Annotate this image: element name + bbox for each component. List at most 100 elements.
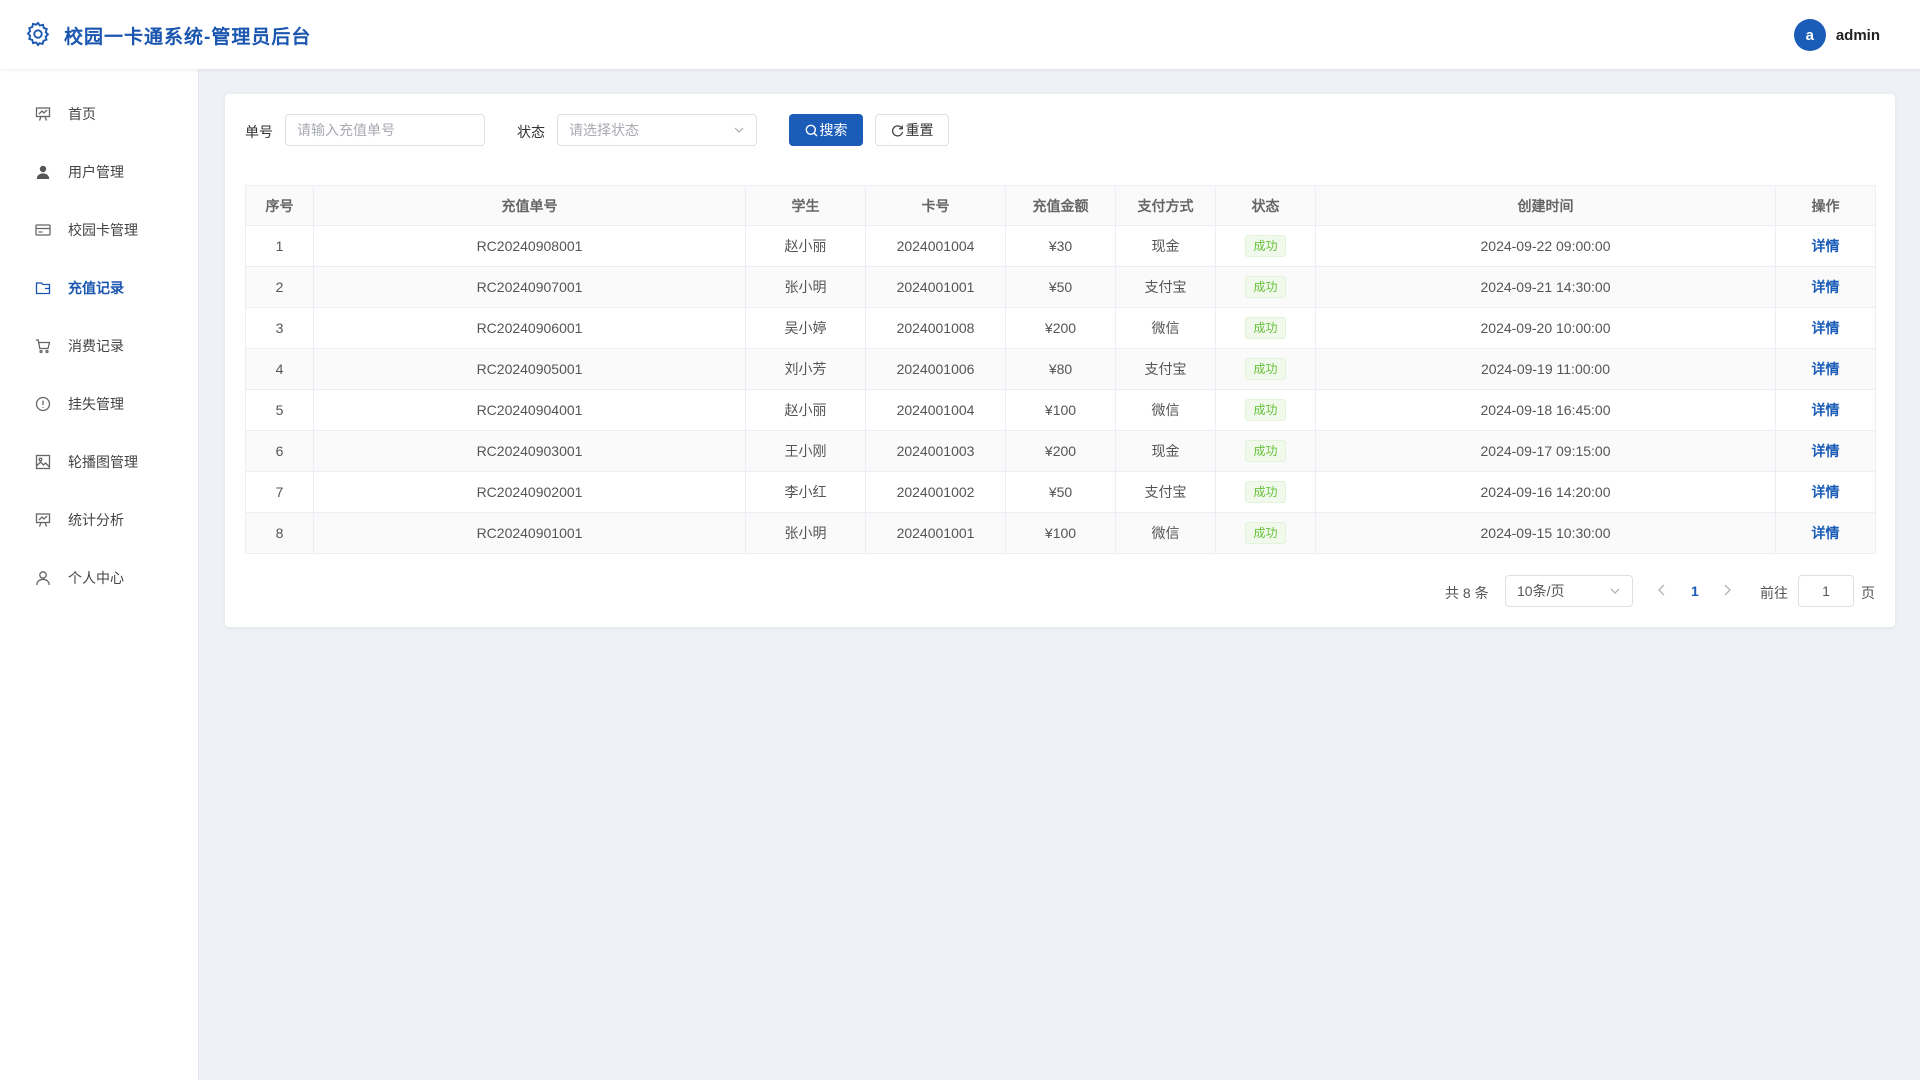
cell-created-time: 2024-09-22 09:00:00 <box>1315 225 1776 267</box>
cell-amount: ¥50 <box>1005 266 1116 308</box>
search-button[interactable]: 搜索 <box>789 114 863 146</box>
page-size-select[interactable]: 10条/页 <box>1505 575 1633 607</box>
cell-created-time: 2024-09-21 14:30:00 <box>1315 266 1776 308</box>
avatar[interactable]: a <box>1793 19 1826 51</box>
app-title: 校园一卡通系统-管理员后台 <box>64 27 312 48</box>
cell-student: 张小明 <box>745 266 866 308</box>
sidebar-item-label: 充值记录 <box>68 280 124 296</box>
cell-student: 刘小芳 <box>745 348 866 390</box>
cell-created-time: 2024-09-19 11:00:00 <box>1315 348 1776 390</box>
details-link[interactable]: 详情 <box>1812 525 1840 541</box>
cell-index: 2 <box>245 266 314 308</box>
status-badge: 成功 <box>1245 481 1286 503</box>
cell-index: 1 <box>245 225 314 267</box>
sidebar-item-users[interactable]: 用户管理 <box>0 143 199 201</box>
column-header-order-no: 充值单号 <box>313 185 746 226</box>
sidebar-item-label: 校园卡管理 <box>68 222 138 238</box>
details-link[interactable]: 详情 <box>1812 443 1840 459</box>
cell-student: 赵小丽 <box>745 389 866 431</box>
order-no-input[interactable] <box>285 114 485 146</box>
status-badge: 成功 <box>1245 276 1286 298</box>
prev-page-button[interactable] <box>1657 583 1667 599</box>
cell-student: 王小刚 <box>745 430 866 472</box>
sidebar-item-carousel[interactable]: 轮播图管理 <box>0 433 199 491</box>
status-badge: 成功 <box>1245 358 1286 380</box>
page-size-value: 10条/页 <box>1517 583 1565 599</box>
cell-index: 3 <box>245 307 314 349</box>
details-link[interactable]: 详情 <box>1812 361 1840 377</box>
cell-amount: ¥100 <box>1005 512 1116 554</box>
cell-amount: ¥80 <box>1005 348 1116 390</box>
cell-order-no: RC20240908001 <box>313 225 746 267</box>
goto-label: 前往 <box>1760 585 1788 601</box>
cell-card-no: 2024001003 <box>865 430 1006 472</box>
refresh-icon <box>891 124 903 137</box>
cell-order-no: RC20240901001 <box>313 512 746 554</box>
username[interactable]: admin <box>1836 27 1880 44</box>
cell-student: 李小红 <box>745 471 866 513</box>
search-button-label: 搜索 <box>819 122 848 138</box>
column-header-status: 状态 <box>1215 185 1316 226</box>
cell-card-no: 2024001001 <box>865 266 1006 308</box>
sidebar-item-campus-card[interactable]: 校园卡管理 <box>0 201 199 259</box>
column-header-card-no: 卡号 <box>865 185 1006 226</box>
user-menu[interactable]: a admin <box>1793 19 1880 51</box>
sidebar: 首页 用户管理 校园卡管理 充值记录 消费记录 挂失管理 轮播图管理 统计分析 … <box>0 69 199 1080</box>
details-link[interactable]: 详情 <box>1812 484 1840 500</box>
details-link[interactable]: 详情 <box>1812 402 1840 418</box>
status-badge: 成功 <box>1245 522 1286 544</box>
column-header-actions: 操作 <box>1775 185 1876 226</box>
table-row: 2 RC20240907001 张小明 2024001001 ¥50 支付宝 成… <box>245 266 1876 308</box>
cell-payment: 现金 <box>1115 225 1216 267</box>
cell-index: 6 <box>245 430 314 472</box>
sidebar-item-loss-report[interactable]: 挂失管理 <box>0 375 199 433</box>
details-link[interactable]: 详情 <box>1812 279 1840 295</box>
sidebar-item-consumption-records[interactable]: 消费记录 <box>0 317 199 375</box>
user-outline-icon <box>34 569 52 587</box>
details-link[interactable]: 详情 <box>1812 320 1840 336</box>
cell-payment: 微信 <box>1115 512 1216 554</box>
status-badge: 成功 <box>1245 317 1286 339</box>
user-icon <box>34 163 52 181</box>
cell-card-no: 2024001002 <box>865 471 1006 513</box>
sidebar-item-label: 个人中心 <box>68 570 124 586</box>
page-number-current[interactable]: 1 <box>1691 583 1699 599</box>
table-row: 3 RC20240906001 吴小婷 2024001008 ¥200 微信 成… <box>245 307 1876 349</box>
sidebar-item-home[interactable]: 首页 <box>0 85 199 143</box>
sidebar-item-label: 用户管理 <box>68 164 124 180</box>
sidebar-item-profile[interactable]: 个人中心 <box>0 549 199 607</box>
status-select-placeholder: 请选择状态 <box>569 122 639 138</box>
cell-payment: 支付宝 <box>1115 348 1216 390</box>
chevron-right-icon <box>1724 584 1731 596</box>
top-header: 校园一卡通系统-管理员后台 a admin <box>0 0 1920 69</box>
cell-order-no: RC20240902001 <box>313 471 746 513</box>
chevron-left-icon <box>1658 584 1665 596</box>
details-link[interactable]: 详情 <box>1812 238 1840 254</box>
cell-card-no: 2024001004 <box>865 389 1006 431</box>
sidebar-item-statistics[interactable]: 统计分析 <box>0 491 199 549</box>
goto-page-input[interactable] <box>1798 575 1854 607</box>
pagination-total: 共 8 条 <box>1445 585 1489 601</box>
cell-payment: 现金 <box>1115 430 1216 472</box>
reset-button[interactable]: 重置 <box>875 114 949 146</box>
cell-amount: ¥50 <box>1005 471 1116 513</box>
status-badge: 成功 <box>1245 399 1286 421</box>
status-select[interactable]: 请选择状态 <box>557 114 757 146</box>
chevron-down-icon <box>1610 588 1620 594</box>
cell-index: 8 <box>245 512 314 554</box>
table-row: 8 RC20240901001 张小明 2024001001 ¥100 微信 成… <box>245 512 1876 554</box>
cell-index: 7 <box>245 471 314 513</box>
cell-student: 赵小丽 <box>745 225 866 267</box>
cell-student: 张小明 <box>745 512 866 554</box>
search-icon <box>805 124 817 136</box>
cell-amount: ¥200 <box>1005 307 1116 349</box>
recharge-records-card: 单号 状态 请选择状态 搜索 重置 序号 充值单号 学生 卡号 充值金额 支付方… <box>225 94 1895 627</box>
sidebar-item-label: 首页 <box>68 106 96 122</box>
column-header-created-time: 创建时间 <box>1315 185 1776 226</box>
next-page-button[interactable] <box>1722 583 1732 599</box>
sidebar-item-recharge-records[interactable]: 充值记录 <box>0 259 199 317</box>
table-row: 4 RC20240905001 刘小芳 2024001006 ¥80 支付宝 成… <box>245 348 1876 390</box>
cell-order-no: RC20240906001 <box>313 307 746 349</box>
reset-button-label: 重置 <box>905 122 934 138</box>
cell-order-no: RC20240903001 <box>313 430 746 472</box>
